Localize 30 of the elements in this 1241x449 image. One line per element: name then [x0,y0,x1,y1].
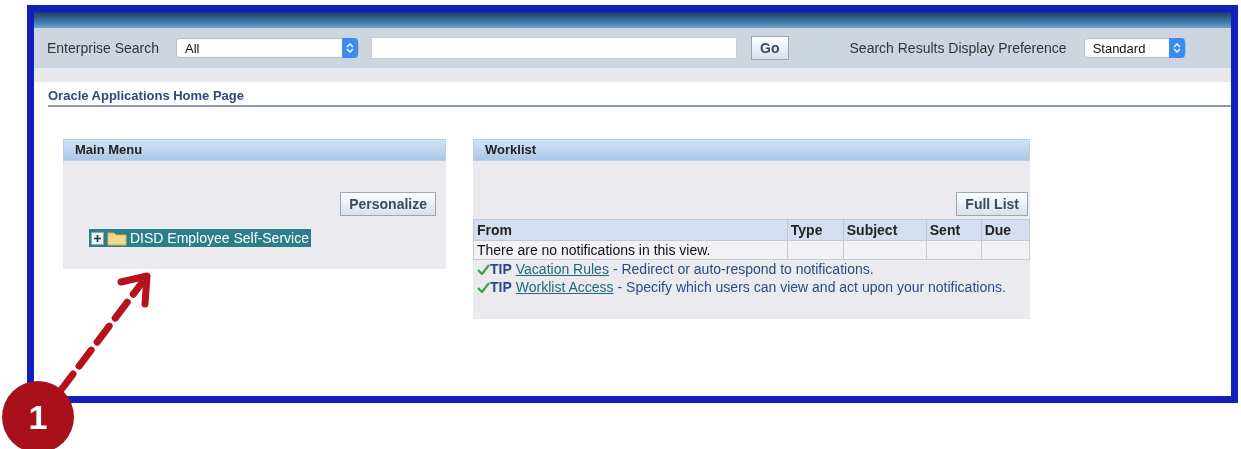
full-list-button[interactable]: Full List [956,192,1028,216]
column-header: Subject [843,219,927,241]
menu-item[interactable]: DISD Employee Self-Service [89,229,311,247]
preference-dropdown[interactable]: Standard [1083,38,1186,58]
column-header: From [473,219,788,241]
tip-text: - Redirect or auto-respond to notifications. [612,261,874,277]
personalize-button[interactable]: Personalize [340,192,436,216]
stepper-icon [1172,42,1181,54]
tip-label: TIP [490,261,512,277]
go-button[interactable]: Go [751,36,789,60]
panel-header: Worklist [473,139,1030,161]
tip-label: TIP [490,279,512,295]
search-label: Enterprise Search [47,40,160,56]
folder-icon [107,230,127,246]
tip-text: - Specify which users can view and act upon your notifications. [617,279,1006,295]
expand-icon[interactable] [91,231,104,245]
check-icon [477,263,490,275]
step-badge: 1 [2,381,74,449]
tip-link[interactable]: Worklist Access [515,279,614,295]
preference-label: Search Results Display Preference [849,40,1067,56]
search-field[interactable] [371,37,738,59]
page-title: Oracle Applications Home Page [48,88,1231,107]
check-icon [477,281,490,293]
column-header: Type [787,219,844,241]
column-header: Sent [926,219,982,241]
scope-dropdown[interactable]: All [176,38,360,58]
column-header: Due [981,219,1030,241]
panel-header: Main Menu [63,139,446,161]
tip-link[interactable]: Vacation Rules [515,261,609,277]
stepper-icon [346,42,355,54]
